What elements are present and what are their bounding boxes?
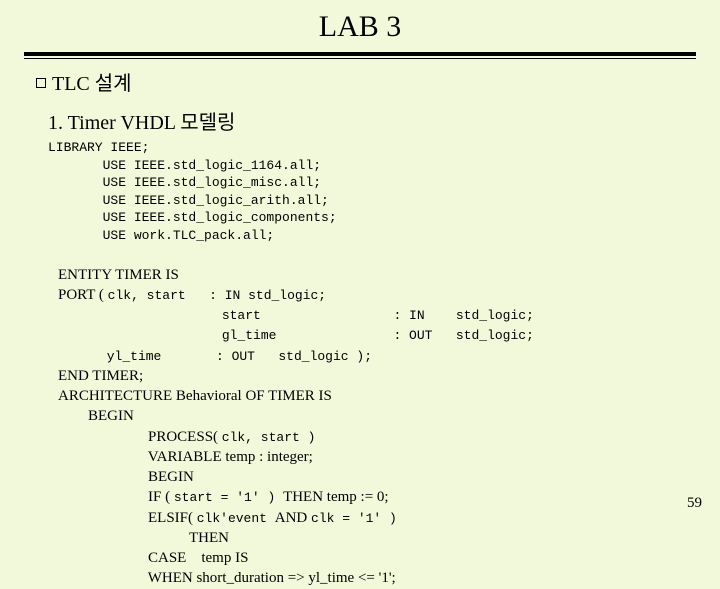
horizontal-rule-thick — [24, 52, 696, 56]
page-number: 59 — [687, 495, 702, 512]
bullet-text: TLC 설계 — [52, 67, 132, 96]
code-entity-block: ENTITY TIMER IS PORT ( clk, start : IN s… — [0, 244, 720, 588]
square-bullet-icon — [36, 78, 46, 88]
page-title: LAB 3 — [0, 0, 720, 52]
section-heading: 1. Timer VHDL 모델링 — [0, 106, 720, 135]
bullet-item: TLC 설계 — [0, 67, 720, 96]
horizontal-rule-thin — [24, 58, 696, 59]
code-library-block: LIBRARY IEEE; USE IEEE.std_logic_1164.al… — [0, 139, 720, 244]
